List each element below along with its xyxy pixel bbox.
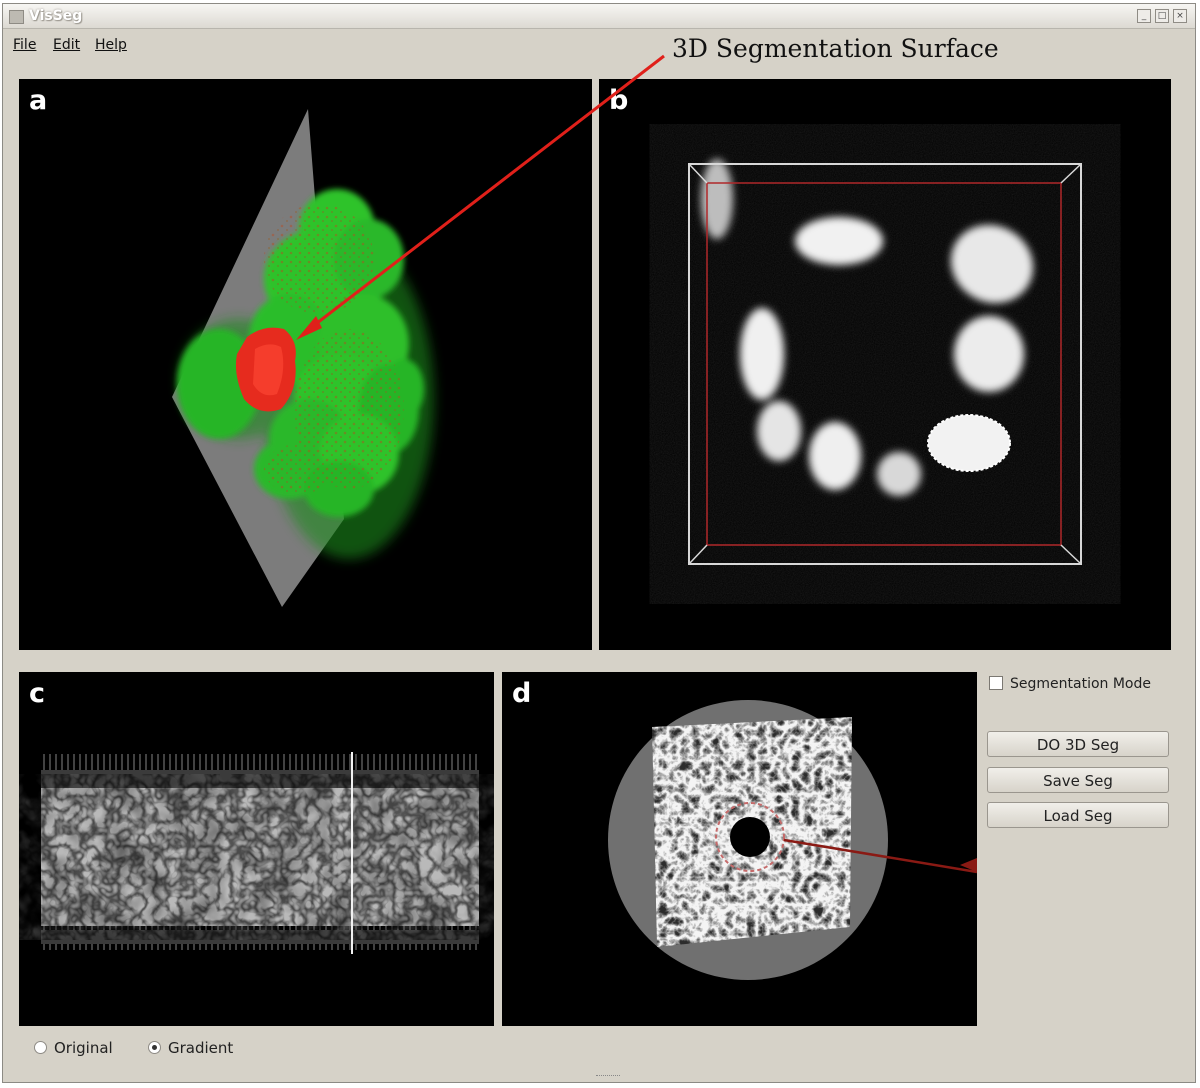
menu-help[interactable]: Help <box>95 37 127 53</box>
volume-render-3d <box>172 109 434 607</box>
checkbox-box[interactable] <box>989 676 1003 690</box>
resize-grip[interactable] <box>596 1075 620 1079</box>
segmentation-mode-label: Segmentation Mode <box>1010 676 1151 692</box>
segmented-nucleus <box>927 414 1011 472</box>
unwrapped-gradient-image <box>41 752 479 954</box>
load-seg-button[interactable]: Load Seg <box>987 802 1169 828</box>
panel-c-gradient-view[interactable]: c <box>19 672 494 1026</box>
save-seg-button[interactable]: Save Seg <box>987 767 1169 793</box>
panel-c-label: c <box>29 678 46 709</box>
panel-d-radial-view[interactable]: d <box>502 672 977 1026</box>
annotation-label: 3D Segmentation Surface <box>672 34 999 63</box>
radio-gradient[interactable]: Gradient <box>148 1039 233 1057</box>
panel-a-label: a <box>29 85 48 116</box>
radial-slice-image <box>608 700 977 980</box>
radio-original-indicator[interactable] <box>34 1041 47 1054</box>
radio-gradient-label: Gradient <box>168 1039 234 1057</box>
app-icon <box>9 10 24 24</box>
do-3d-seg-button[interactable]: DO 3D Seg <box>987 731 1169 757</box>
slice-image <box>688 159 1082 565</box>
panel-b-slice-view[interactable]: b <box>599 79 1171 650</box>
radio-gradient-indicator[interactable] <box>148 1041 161 1054</box>
panel-d-label: d <box>512 678 532 709</box>
menu-file[interactable]: File <box>13 37 36 53</box>
radio-original-label: Original <box>54 1039 113 1057</box>
window-title: VisSeg <box>29 8 83 24</box>
menu-edit[interactable]: Edit <box>53 37 80 53</box>
panel-a-3d-view[interactable]: a <box>19 79 592 650</box>
menu-bar: File Edit Help <box>3 29 1195 59</box>
close-icon[interactable]: × <box>1173 9 1187 23</box>
minimize-icon[interactable]: _ <box>1137 9 1151 23</box>
panel-b-label: b <box>609 85 629 116</box>
segmentation-mode-checkbox[interactable]: Segmentation Mode <box>989 676 1151 692</box>
title-bar[interactable]: VisSeg _ □ × <box>3 4 1195 29</box>
maximize-icon[interactable]: □ <box>1155 9 1169 23</box>
radio-original[interactable]: Original <box>34 1039 113 1057</box>
